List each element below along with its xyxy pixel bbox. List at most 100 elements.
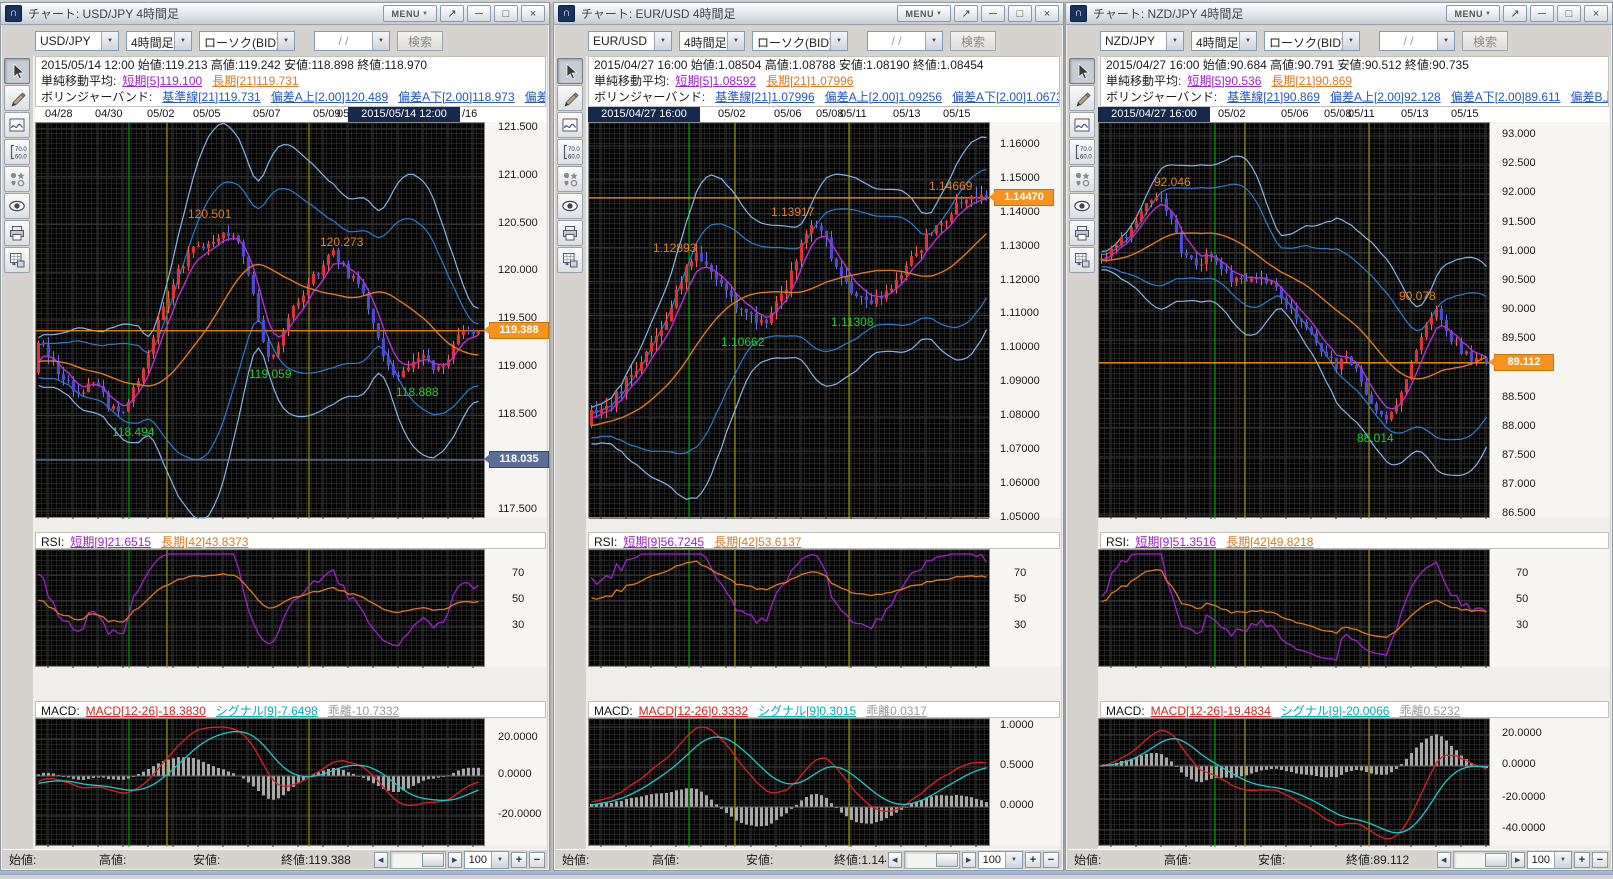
chevron-down-icon[interactable]: ▼ xyxy=(1239,32,1256,50)
chart-scrollbar[interactable] xyxy=(904,851,960,869)
chevron-down-icon[interactable]: ▼ xyxy=(1342,32,1359,50)
chevron-down-icon[interactable]: ▼ xyxy=(101,32,118,50)
zoom-out-button[interactable]: − xyxy=(1592,852,1608,868)
chevron-down-icon[interactable]: ▼ xyxy=(1166,32,1183,50)
price-chart[interactable]: 120.501120.273119.059118.888118.494 xyxy=(35,122,485,518)
menu-button[interactable]: MENU▼ xyxy=(1446,5,1500,22)
scroll-right-button[interactable]: ▶ xyxy=(962,852,976,868)
titlebar[interactable]: ∩ チャート: USD/JPY 4時間足 MENU▼ ↗ ─ □ × xyxy=(1,3,549,25)
chart-scrollbar[interactable] xyxy=(1453,851,1509,869)
minimize-icon: ─ xyxy=(475,8,483,20)
scrollbar-thumb[interactable] xyxy=(422,853,444,867)
rsi-label: RSI: xyxy=(1106,535,1129,549)
macd-signal-value: シグナル[9]-20.0066 xyxy=(1281,704,1390,718)
candle-count-select[interactable]: 100 ▼ xyxy=(464,851,509,869)
macd-chart[interactable] xyxy=(588,718,990,846)
chevron-down-icon[interactable]: ▼ xyxy=(727,32,744,50)
rsi-chart[interactable] xyxy=(588,549,990,667)
rsi-long-value: 長期[42]53.6137 xyxy=(714,535,801,549)
scroll-left-button[interactable]: ◀ xyxy=(374,852,388,868)
chart-style-select[interactable]: ローソク(BID) ▼ xyxy=(1264,31,1360,51)
minimize-button[interactable]: ─ xyxy=(1530,5,1554,22)
rsi-axis: 705030 xyxy=(485,549,546,667)
chevron-down-icon[interactable]: ▼ xyxy=(830,32,847,50)
maximize-button[interactable]: □ xyxy=(1008,5,1032,22)
titlebar[interactable]: ∩ チャート: EUR/USD 4時間足 MENU▼ ↗ ─ □ × xyxy=(554,3,1063,25)
timeframe-select[interactable]: 4時間足 ▼ xyxy=(679,31,745,51)
menu-button[interactable]: MENU▼ xyxy=(897,5,951,22)
chevron-down-icon[interactable]: ▼ xyxy=(372,32,389,50)
chevron-down-icon[interactable]: ▼ xyxy=(277,32,294,50)
bollinger-item: 偏差A下[2.00]1.06736 xyxy=(952,90,1059,104)
marker-price-label: 118.035 xyxy=(489,451,549,468)
rsi-chart[interactable] xyxy=(35,549,485,667)
search-button[interactable]: 検索 xyxy=(397,31,443,51)
draw-tool-button[interactable] xyxy=(557,85,583,111)
date-input[interactable]: / / ▼ xyxy=(314,31,390,51)
chevron-down-icon[interactable]: ▼ xyxy=(174,32,191,50)
search-button[interactable]: 検索 xyxy=(950,31,996,51)
chart-scrollbar[interactable] xyxy=(390,851,446,869)
pair-select[interactable]: EUR/USD ▼ xyxy=(588,31,672,51)
macd-chart[interactable] xyxy=(35,718,485,846)
candle-count-select[interactable]: 100 ▼ xyxy=(1527,851,1572,869)
low-label: 安値: xyxy=(1258,851,1344,868)
bollinger-values: 基準線[21]119.731偏差A上[2.00]120.489偏差A下[2.00… xyxy=(152,90,545,104)
price-chart[interactable]: 92.04690.07888.014 xyxy=(1098,122,1490,518)
scroll-right-button[interactable]: ▶ xyxy=(448,852,462,868)
select-tool-button[interactable] xyxy=(1069,58,1095,84)
draw-tool-button[interactable] xyxy=(4,85,30,111)
scroll-right-button[interactable]: ▶ xyxy=(1511,852,1525,868)
select-tool-button[interactable] xyxy=(4,58,30,84)
zoom-out-button[interactable]: − xyxy=(1043,852,1059,868)
minimize-button[interactable]: ─ xyxy=(981,5,1005,22)
popout-button[interactable]: ↗ xyxy=(954,5,978,22)
search-button[interactable]: 検索 xyxy=(1462,31,1508,51)
scrollbar-thumb[interactable] xyxy=(1485,853,1507,867)
macd-chart[interactable] xyxy=(1098,718,1490,846)
timeframe-select[interactable]: 4時間足 ▼ xyxy=(126,31,192,51)
select-tool-button[interactable] xyxy=(557,58,583,84)
timeframe-select[interactable]: 4時間足 ▼ xyxy=(1191,31,1257,51)
candle-count-select[interactable]: 100 ▼ xyxy=(978,851,1023,869)
pencil-icon xyxy=(1072,88,1092,108)
zoom-out-button[interactable]: − xyxy=(529,852,545,868)
chevron-down-icon[interactable]: ▼ xyxy=(491,852,508,868)
minimize-button[interactable]: ─ xyxy=(467,5,491,22)
titlebar[interactable]: ∩ チャート: NZD/JPY 4時間足 MENU▼ ↗ ─ □ × xyxy=(1066,3,1612,25)
chart-style-select[interactable]: ローソク(BID) ▼ xyxy=(199,31,295,51)
price-tick: 117.500 xyxy=(498,503,537,515)
close-button[interactable]: × xyxy=(1035,5,1059,22)
zoom-in-button[interactable]: + xyxy=(1025,852,1041,868)
date-input[interactable]: / / ▼ xyxy=(867,31,943,51)
chevron-down-icon[interactable]: ▼ xyxy=(1437,32,1454,50)
price-axis: 1.160001.150001.140001.130001.120001.110… xyxy=(990,122,1060,518)
scroll-left-button[interactable]: ◀ xyxy=(888,852,902,868)
menu-button[interactable]: MENU▼ xyxy=(383,5,437,22)
maximize-button[interactable]: □ xyxy=(494,5,518,22)
pair-select[interactable]: NZD/JPY ▼ xyxy=(1100,31,1184,51)
chevron-down-icon[interactable]: ▼ xyxy=(654,32,671,50)
date-input[interactable]: / / ▼ xyxy=(1379,31,1455,51)
close-button[interactable]: × xyxy=(521,5,545,22)
price-chart[interactable]: 1.146691.139171.128931.113081.10662 xyxy=(588,122,990,518)
draw-tool-button[interactable] xyxy=(1069,85,1095,111)
pencil-icon xyxy=(560,88,580,108)
rsi-chart[interactable] xyxy=(1098,549,1490,667)
scroll-left-button[interactable]: ◀ xyxy=(1437,852,1451,868)
chevron-down-icon[interactable]: ▼ xyxy=(1554,852,1571,868)
chevron-down-icon[interactable]: ▼ xyxy=(925,32,942,50)
maximize-button[interactable]: □ xyxy=(1557,5,1581,22)
date-tick: 04/30 xyxy=(95,108,123,120)
chevron-down-icon[interactable]: ▼ xyxy=(1005,852,1022,868)
scrollbar-thumb[interactable] xyxy=(936,853,958,867)
popout-button[interactable]: ↗ xyxy=(1503,5,1527,22)
zoom-in-button[interactable]: + xyxy=(1574,852,1590,868)
macd-tick: 0.0000 xyxy=(498,768,532,780)
close-button[interactable]: × xyxy=(1584,5,1608,22)
chart-style-select-value: ローソク(BID) xyxy=(753,32,830,50)
popout-button[interactable]: ↗ xyxy=(440,5,464,22)
chart-style-select[interactable]: ローソク(BID) ▼ xyxy=(752,31,848,51)
zoom-in-button[interactable]: + xyxy=(511,852,527,868)
pair-select[interactable]: USD/JPY ▼ xyxy=(35,31,119,51)
